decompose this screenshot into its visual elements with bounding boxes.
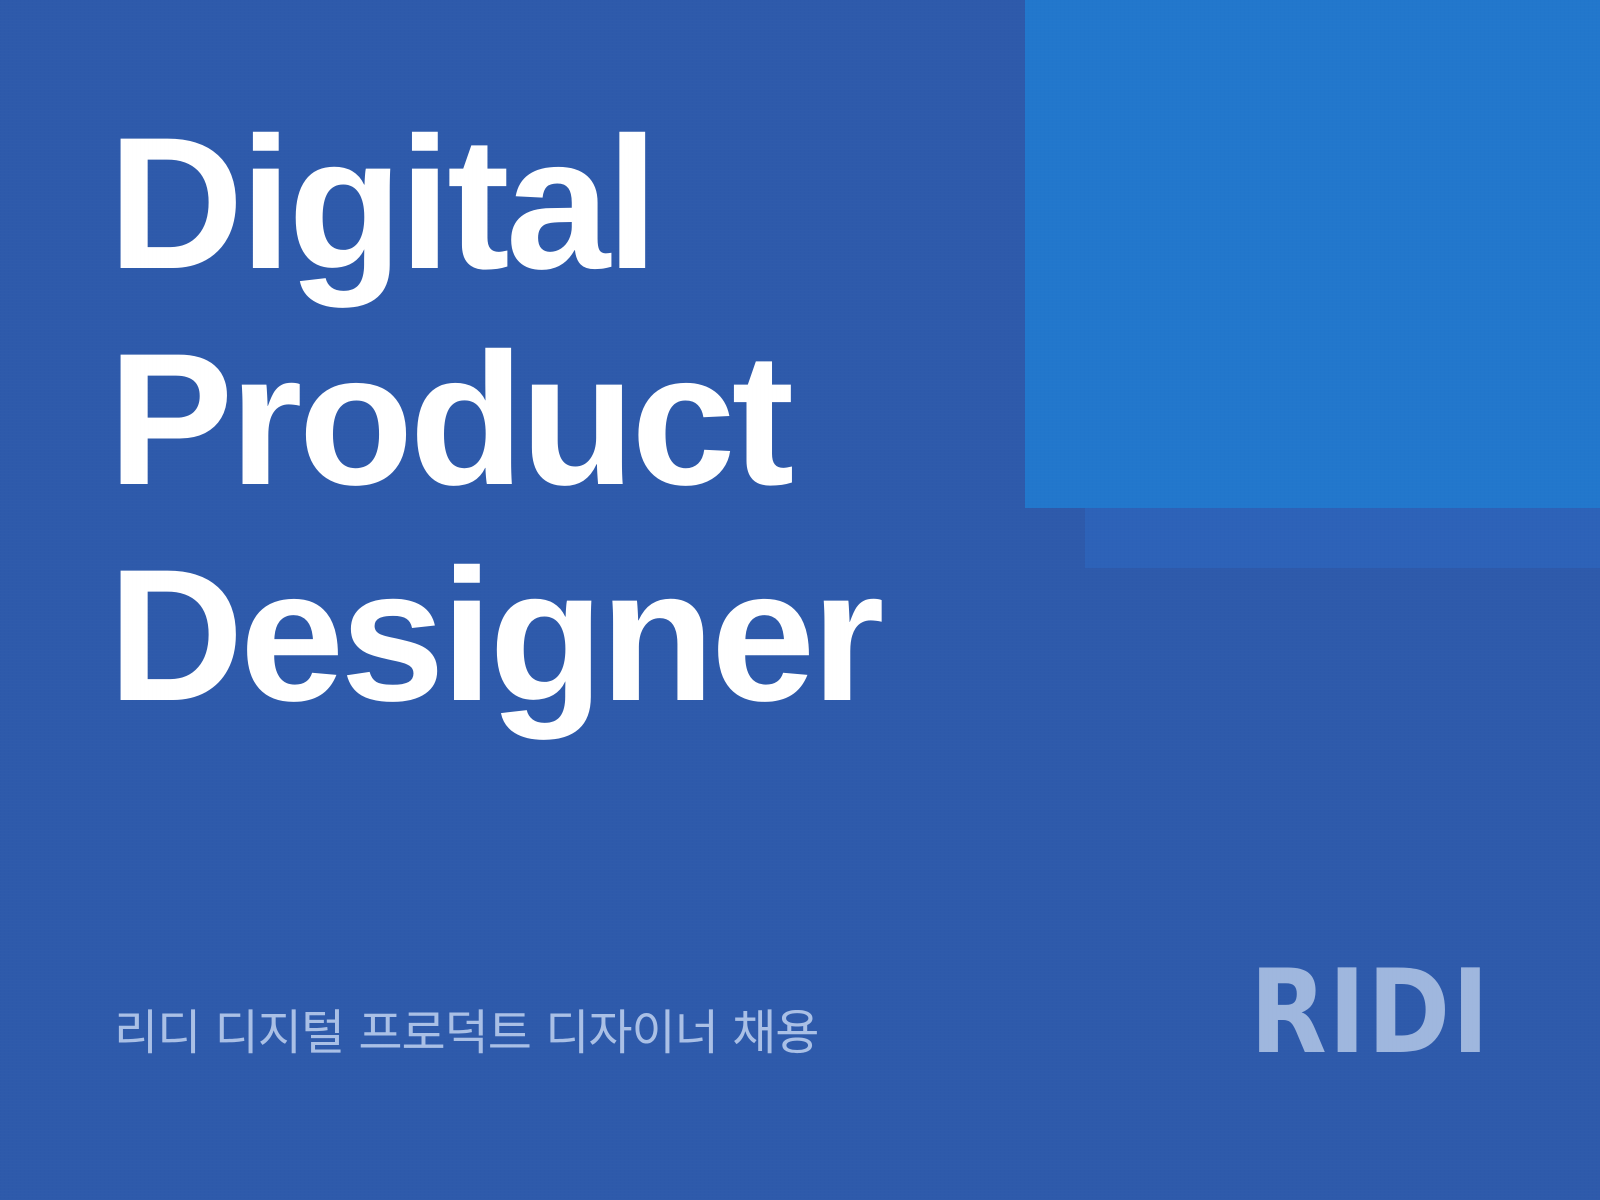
headline-line-2: Product (108, 314, 794, 524)
ridi-logo: RIDI (1250, 945, 1491, 1080)
headline: Digital Product Designer (108, 95, 885, 743)
subtitle: 리디 디지털 프로덕트 디자이너 채용 (114, 1005, 819, 1061)
poster-canvas: Digital Product Designer 리디 디지털 프로덕트 디자이… (0, 0, 1600, 1200)
headline-line-3: Designer (108, 530, 885, 740)
headline-line-1: Digital (108, 98, 658, 308)
decorative-block (1025, 0, 1600, 508)
